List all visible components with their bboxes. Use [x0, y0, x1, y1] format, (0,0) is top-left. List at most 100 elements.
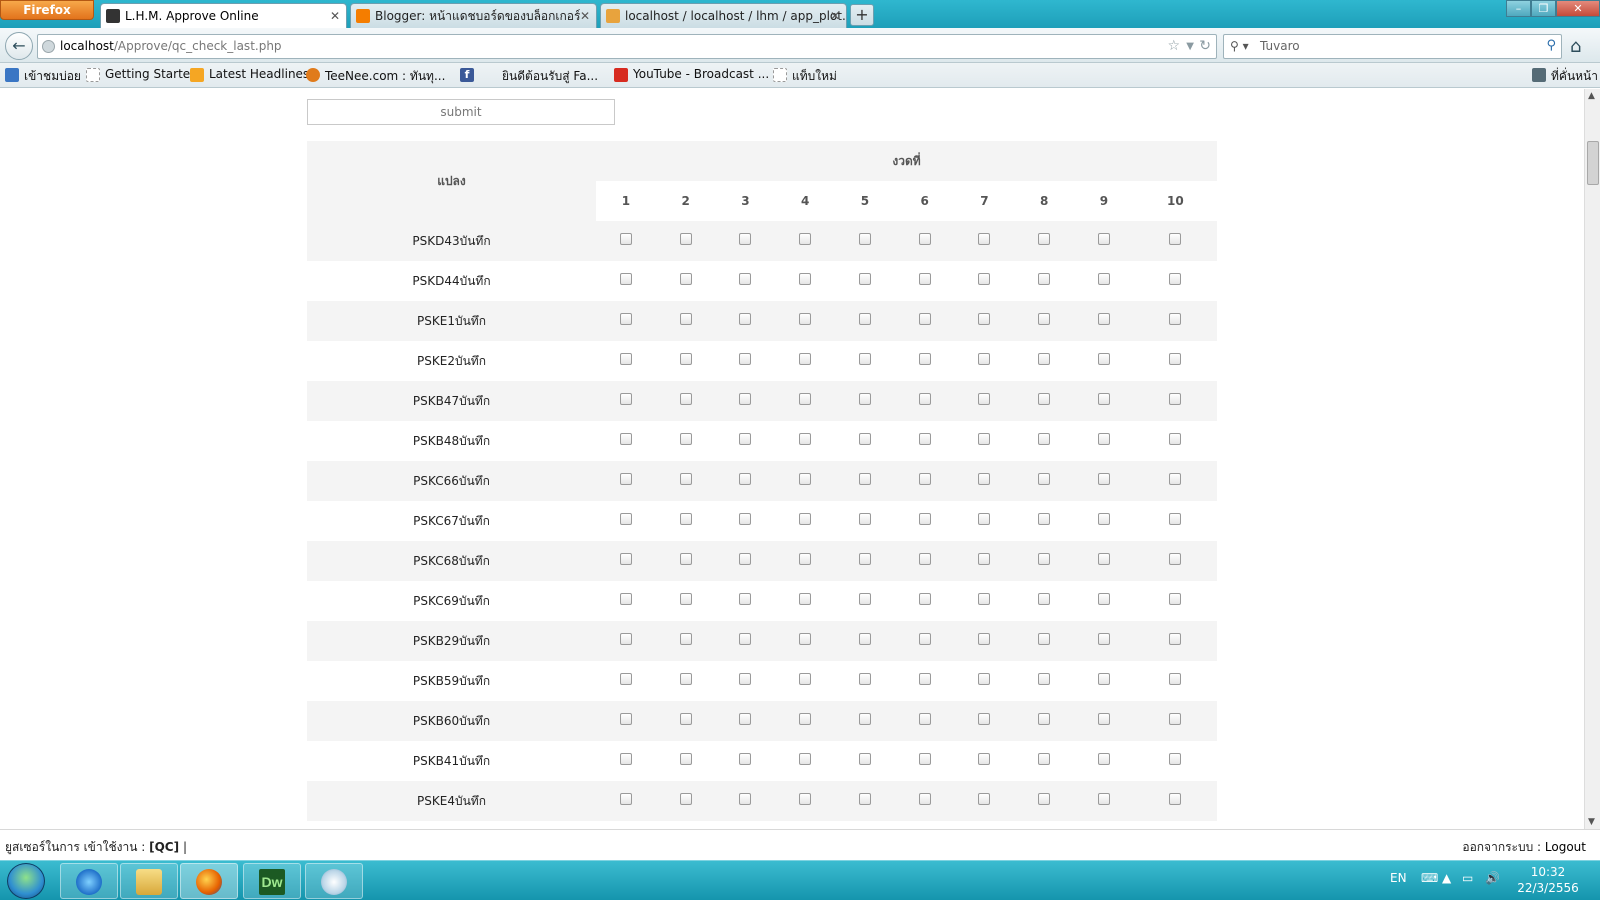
submit-button[interactable]: submit: [307, 99, 615, 125]
round-checkbox[interactable]: [1169, 312, 1182, 325]
round-checkbox[interactable]: [739, 792, 752, 805]
round-checkbox[interactable]: [619, 232, 632, 245]
round-checkbox[interactable]: [1097, 312, 1110, 325]
round-checkbox[interactable]: [619, 632, 632, 645]
round-checkbox[interactable]: [858, 592, 871, 605]
logout-link[interactable]: Logout: [1545, 840, 1586, 854]
round-checkbox[interactable]: [1097, 272, 1110, 285]
round-checkbox[interactable]: [679, 752, 692, 765]
round-checkbox[interactable]: [858, 672, 871, 685]
round-checkbox[interactable]: [1038, 232, 1051, 245]
round-checkbox[interactable]: [1038, 432, 1051, 445]
round-checkbox[interactable]: [799, 392, 812, 405]
round-checkbox[interactable]: [858, 392, 871, 405]
close-window-button[interactable]: ✕: [1556, 0, 1600, 17]
round-checkbox[interactable]: [799, 272, 812, 285]
round-checkbox[interactable]: [978, 392, 991, 405]
round-checkbox[interactable]: [918, 272, 931, 285]
round-checkbox[interactable]: [1097, 232, 1110, 245]
round-checkbox[interactable]: [679, 512, 692, 525]
scroll-down-icon[interactable]: ▼: [1588, 817, 1595, 827]
round-checkbox[interactable]: [978, 592, 991, 605]
round-checkbox[interactable]: [1038, 752, 1051, 765]
round-checkbox[interactable]: [619, 432, 632, 445]
round-checkbox[interactable]: [799, 432, 812, 445]
round-checkbox[interactable]: [739, 712, 752, 725]
round-checkbox[interactable]: [679, 552, 692, 565]
round-checkbox[interactable]: [978, 792, 991, 805]
round-checkbox[interactable]: [739, 312, 752, 325]
minimize-button[interactable]: –: [1506, 0, 1531, 17]
maximize-button[interactable]: ❐: [1531, 0, 1556, 17]
round-checkbox[interactable]: [1097, 512, 1110, 525]
round-checkbox[interactable]: [619, 312, 632, 325]
round-checkbox[interactable]: [679, 232, 692, 245]
round-checkbox[interactable]: [1097, 592, 1110, 605]
round-checkbox[interactable]: [978, 232, 991, 245]
round-checkbox[interactable]: [1038, 352, 1051, 365]
round-checkbox[interactable]: [918, 232, 931, 245]
round-checkbox[interactable]: [1097, 672, 1110, 685]
round-checkbox[interactable]: [1038, 272, 1051, 285]
round-checkbox[interactable]: [918, 752, 931, 765]
tab-blogger[interactable]: Blogger: หน้าแดชบอร์ดของบล็อกเกอร์ ✕: [350, 3, 597, 28]
round-checkbox[interactable]: [1038, 592, 1051, 605]
round-checkbox[interactable]: [978, 472, 991, 485]
round-checkbox[interactable]: [739, 672, 752, 685]
round-checkbox[interactable]: [918, 352, 931, 365]
round-checkbox[interactable]: [1097, 552, 1110, 565]
round-checkbox[interactable]: [799, 752, 812, 765]
round-checkbox[interactable]: [918, 312, 931, 325]
round-checkbox[interactable]: [799, 712, 812, 725]
round-checkbox[interactable]: [1097, 712, 1110, 725]
round-checkbox[interactable]: [799, 232, 812, 245]
round-checkbox[interactable]: [799, 792, 812, 805]
round-checkbox[interactable]: [918, 392, 931, 405]
round-checkbox[interactable]: [918, 432, 931, 445]
bookmark-new-tab[interactable]: แท็บใหม่: [773, 67, 837, 86]
round-checkbox[interactable]: [739, 272, 752, 285]
round-checkbox[interactable]: [1169, 552, 1182, 565]
round-checkbox[interactable]: [1038, 792, 1051, 805]
round-checkbox[interactable]: [739, 432, 752, 445]
close-tab-icon[interactable]: ✕: [830, 4, 840, 28]
back-button[interactable]: ←: [5, 32, 33, 60]
taskbar-dreamweaver[interactable]: Dw: [243, 863, 301, 899]
round-checkbox[interactable]: [1038, 632, 1051, 645]
round-checkbox[interactable]: [1169, 232, 1182, 245]
round-checkbox[interactable]: [1169, 432, 1182, 445]
round-checkbox[interactable]: [1097, 472, 1110, 485]
round-checkbox[interactable]: [1097, 632, 1110, 645]
round-checkbox[interactable]: [619, 752, 632, 765]
round-checkbox[interactable]: [978, 352, 991, 365]
round-checkbox[interactable]: [619, 352, 632, 365]
round-checkbox[interactable]: [619, 712, 632, 725]
bookmark-teenee[interactable]: TeeNee.com : ทันทุ...: [306, 67, 445, 86]
round-checkbox[interactable]: [679, 272, 692, 285]
round-checkbox[interactable]: [918, 632, 931, 645]
round-checkbox[interactable]: [918, 512, 931, 525]
bookmark-most-visited[interactable]: เข้าชมบ่อย: [5, 67, 81, 86]
round-checkbox[interactable]: [1038, 552, 1051, 565]
reload-icon[interactable]: ↻: [1199, 38, 1211, 54]
round-checkbox[interactable]: [799, 592, 812, 605]
round-checkbox[interactable]: [1169, 712, 1182, 725]
round-checkbox[interactable]: [679, 392, 692, 405]
bookmark-latest-headlines[interactable]: Latest Headlines: [190, 67, 309, 82]
page-vertical-scrollbar[interactable]: ▲ ▼: [1584, 89, 1600, 829]
taskbar-clock[interactable]: 10:32 22/3/2556: [1508, 864, 1588, 896]
round-checkbox[interactable]: [1169, 472, 1182, 485]
round-checkbox[interactable]: [799, 472, 812, 485]
round-checkbox[interactable]: [799, 512, 812, 525]
firefox-menu-button[interactable]: Firefox: [0, 0, 94, 20]
scrollbar-thumb[interactable]: [1587, 141, 1599, 185]
round-checkbox[interactable]: [1038, 392, 1051, 405]
round-checkbox[interactable]: [1097, 352, 1110, 365]
round-checkbox[interactable]: [619, 672, 632, 685]
round-checkbox[interactable]: [978, 312, 991, 325]
round-checkbox[interactable]: [619, 552, 632, 565]
round-checkbox[interactable]: [799, 672, 812, 685]
round-checkbox[interactable]: [679, 352, 692, 365]
round-checkbox[interactable]: [858, 632, 871, 645]
tab-phpmyadmin[interactable]: localhost / localhost / lhm / app_plot..…: [600, 3, 847, 28]
